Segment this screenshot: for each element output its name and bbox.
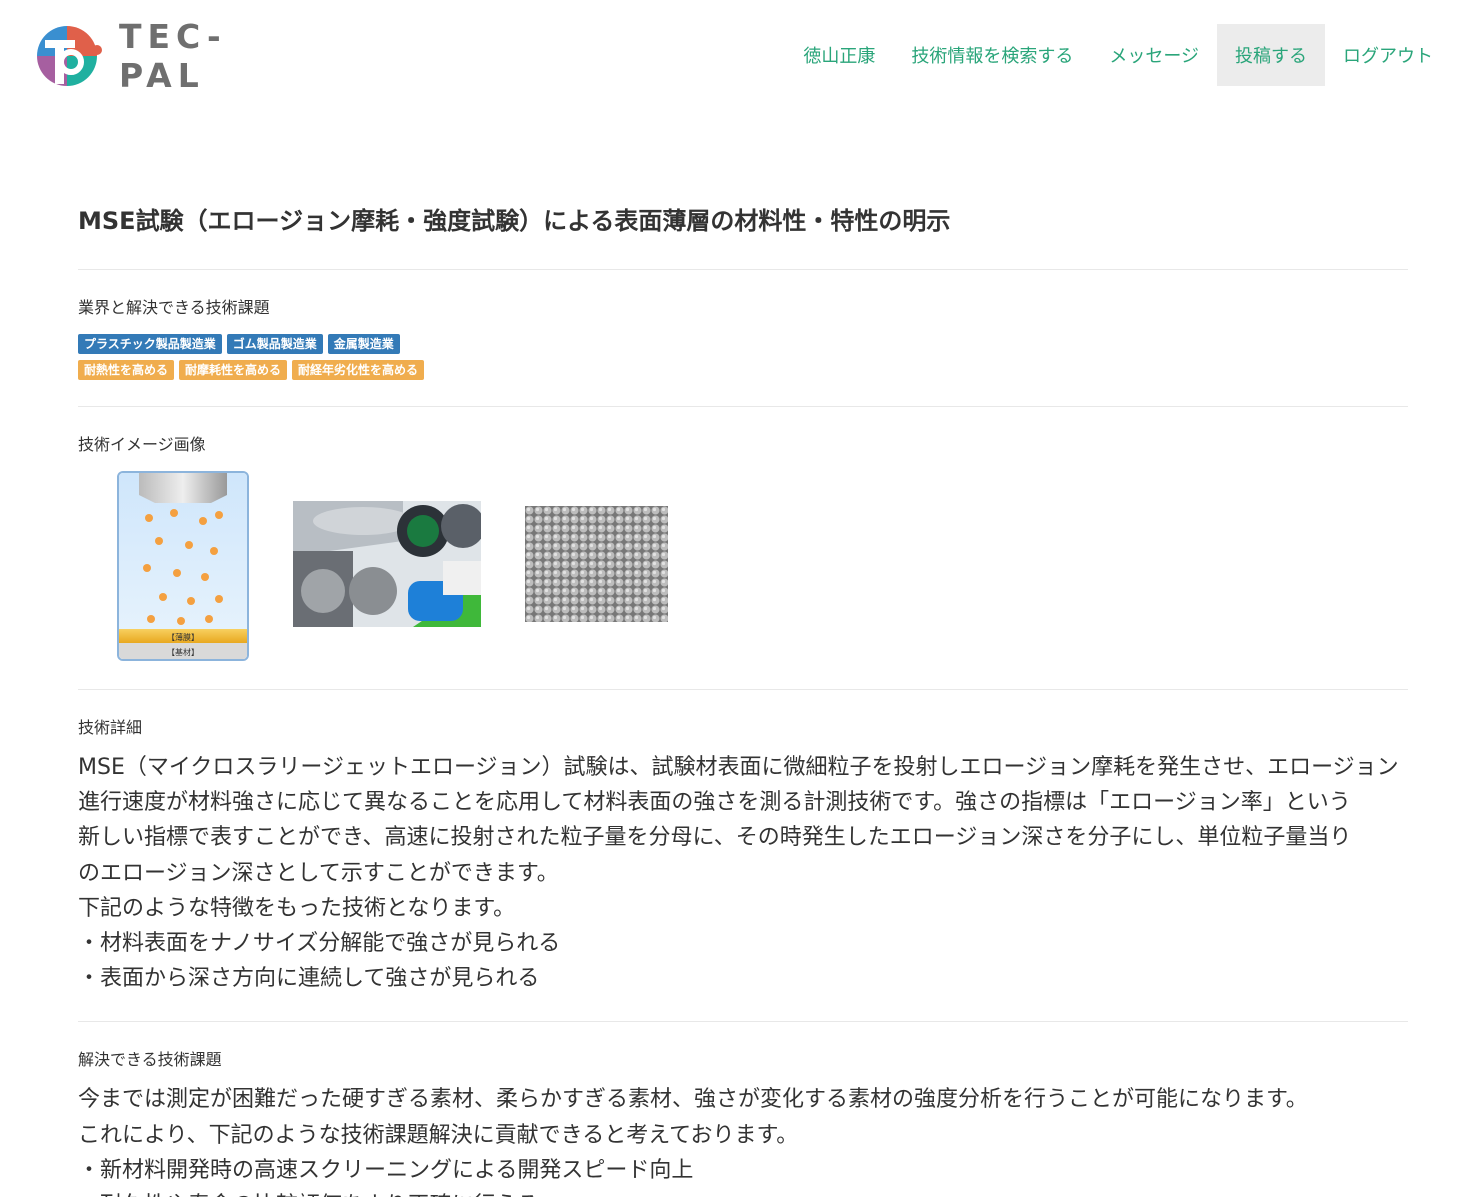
divider	[78, 689, 1408, 690]
industry-section-label: 業界と解決できる技術課題	[78, 298, 270, 317]
nav-messages[interactable]: メッセージ	[1091, 24, 1217, 86]
logo[interactable]: TEC-PAL	[31, 17, 311, 95]
issues-section-label: 解決できる技術課題	[78, 1050, 222, 1070]
logo-mark-icon	[31, 24, 103, 88]
products-collage-image[interactable]	[293, 501, 481, 627]
nav-search-tech[interactable]: 技術情報を検索する	[893, 24, 1091, 86]
main-nav: 徳山正康 技術情報を検索する メッセージ 投稿する ログアウト	[785, 24, 1451, 86]
industry-tag[interactable]: ゴム製品製造業	[226, 334, 323, 354]
caption-substrate: 【基材】	[167, 647, 199, 657]
erosion-diagram-image[interactable]: 【薄膜】 【基材】	[117, 471, 249, 661]
caption-film: 【薄膜】	[167, 632, 199, 642]
image-gallery: 【薄膜】 【基材】	[78, 471, 1408, 669]
industry-tag[interactable]: 金属製造業	[327, 334, 400, 354]
divider	[78, 406, 1408, 407]
issue-tag[interactable]: 耐熱性を高める	[78, 360, 175, 380]
detail-text: MSE（マイクロスラリージェットエロージョン）試験は、試験材表面に微細粒子を投射…	[78, 755, 1399, 992]
nav-post[interactable]: 投稿する	[1217, 24, 1325, 86]
industry-tag[interactable]: プラスチック製品製造業	[78, 334, 222, 354]
image-section-label: 技術イメージ画像	[78, 435, 206, 454]
nav-user-name[interactable]: 徳山正康	[785, 24, 893, 86]
issue-tag[interactable]: 耐摩耗性を高める	[179, 360, 288, 380]
issues-text: 今までは測定が困難だった硬すぎる素材、柔らかすぎる素材、強さが変化する素材の強度…	[78, 1087, 1308, 1197]
detail-section-label: 技術詳細	[78, 718, 143, 737]
nav-logout[interactable]: ログアウト	[1325, 24, 1451, 86]
page-title: MSE試験（エロージョン摩耗・強度試験）による表面薄層の材料性・特性の明示	[78, 207, 951, 235]
tag-list: プラスチック製品製造業 ゴム製品製造業 金属製造業 耐熱性を高める 耐摩耗性を高…	[78, 334, 478, 380]
particles-micrograph-image[interactable]	[525, 506, 668, 622]
site-header: TEC-PAL 徳山正康 技術情報を検索する メッセージ 投稿する ログアウト	[0, 0, 1463, 110]
article: MSE試験（エロージョン摩耗・強度試験）による表面薄層の材料性・特性の明示 業界…	[78, 190, 1408, 1197]
divider	[78, 269, 1408, 270]
issue-tag[interactable]: 耐経年劣化性を高める	[292, 360, 425, 380]
divider	[78, 1021, 1408, 1023]
logo-text: TEC-PAL	[119, 17, 227, 95]
